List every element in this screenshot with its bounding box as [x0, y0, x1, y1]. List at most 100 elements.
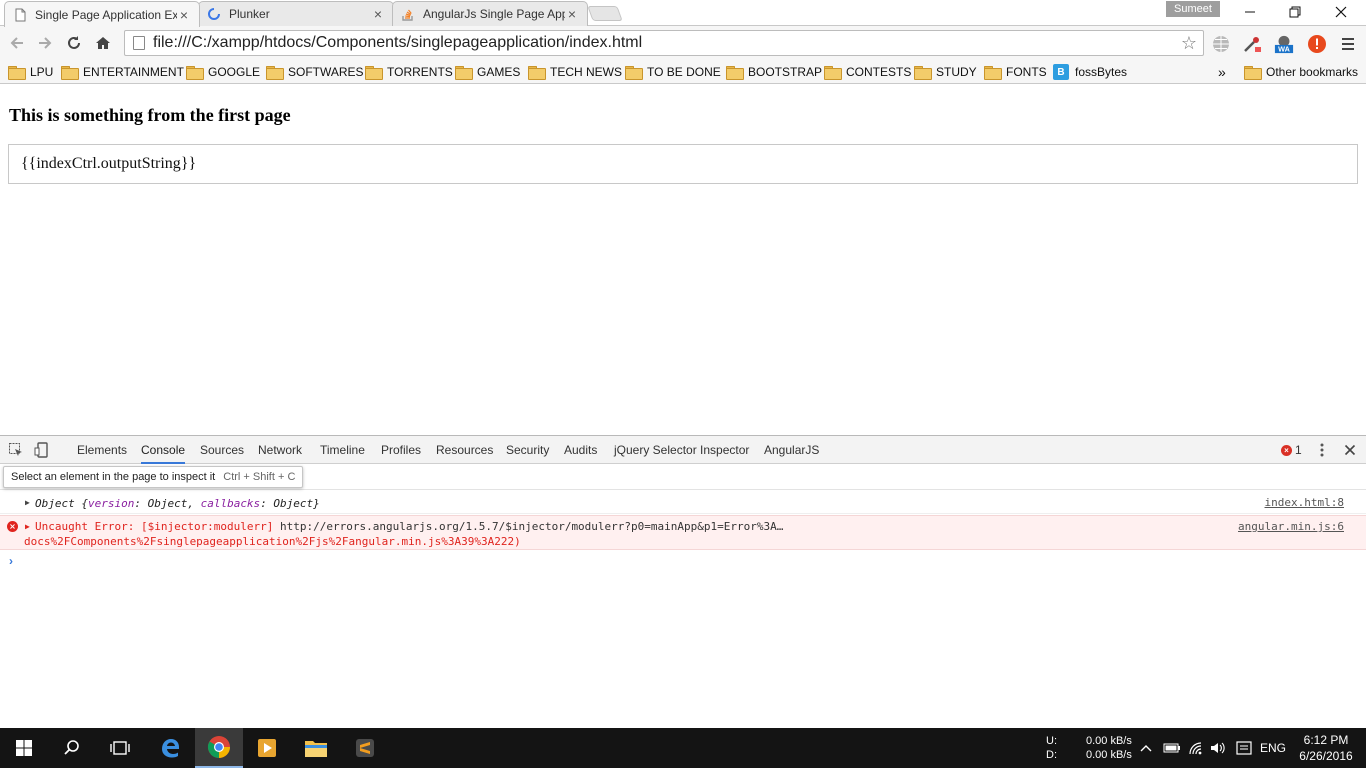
input-language-button[interactable]: ENG — [1260, 728, 1286, 768]
back-arrow-icon — [10, 37, 23, 49]
bookmark-fossbytes[interactable]: BfossBytes — [1053, 62, 1127, 82]
taskbar-clock[interactable]: 6:12 PM 6/26/2016 — [1294, 732, 1358, 764]
upload-speed: 0.00 kB/s — [1086, 735, 1132, 747]
bookmark-label: GOOGLE — [208, 65, 261, 79]
forward-button[interactable] — [34, 32, 56, 54]
whatsapp-extension-icon[interactable]: WA — [1274, 34, 1294, 54]
devtools-tab-resources[interactable]: Resources — [436, 436, 493, 464]
console-object-preview[interactable]: Object {version: Object, callbacks: Obje… — [35, 497, 320, 510]
error-text: Uncaught Error: [$injector:modulerr] htt… — [35, 520, 784, 533]
devtools-tab-sources[interactable]: Sources — [200, 436, 244, 464]
bookmark-folder-study[interactable]: STUDY — [914, 62, 977, 82]
folder-icon — [914, 66, 932, 80]
bookmark-label: ENTERTAINMENT — [83, 65, 184, 79]
media-player-taskbar-button[interactable] — [243, 728, 291, 768]
bookmark-folder-fonts[interactable]: FONTS — [984, 62, 1047, 82]
bookmark-folder-to-be-done[interactable]: TO BE DONE — [625, 62, 721, 82]
folder-icon — [455, 66, 473, 80]
network-speed-labels: U: D: — [1046, 735, 1057, 761]
devtools-tab-profiles[interactable]: Profiles — [381, 436, 421, 464]
chrome-menu-icon[interactable] — [1338, 34, 1358, 54]
devtools-menu-icon[interactable] — [1313, 441, 1331, 459]
new-tab-button[interactable] — [587, 6, 623, 21]
other-bookmarks-folder[interactable]: Other bookmarks — [1244, 62, 1358, 82]
search-icon — [64, 740, 79, 755]
url-text[interactable]: file:///C:/xampp/htdocs/Components/singl… — [153, 34, 1175, 52]
devtools-tab-security[interactable]: Security — [506, 436, 549, 464]
bookmark-label: TORRENTS — [387, 65, 453, 79]
browser-tab-angularjs-single-page[interactable]: AngularJs Single Page App × — [392, 1, 588, 26]
fossbytes-icon: B — [1053, 64, 1069, 80]
devtools-tab-timeline[interactable]: Timeline — [320, 436, 365, 464]
bookmark-folder-torrents[interactable]: TORRENTS — [365, 62, 453, 82]
console-source-link[interactable]: angular.min.js:6 — [1238, 520, 1344, 533]
devtools-tab-angularjs[interactable]: AngularJS — [764, 436, 819, 464]
restore-icon[interactable] — [1272, 0, 1318, 24]
browser-tab-plunker[interactable]: Plunker × — [198, 1, 394, 26]
bookmark-folder-lpu[interactable]: LPU — [8, 62, 53, 82]
wifi-tray-button[interactable] — [1188, 728, 1204, 768]
console-prompt[interactable]: › — [9, 554, 13, 568]
close-tab-icon[interactable]: × — [371, 6, 385, 22]
close-window-icon[interactable] — [1318, 0, 1364, 24]
bookmark-folder-games[interactable]: GAMES — [455, 62, 520, 82]
alert-extension-icon[interactable] — [1307, 34, 1327, 54]
error-url-link[interactable]: http://errors.angularjs.org/1.5.7/$injec… — [280, 520, 783, 533]
devtools-tab-elements[interactable]: Elements — [77, 436, 127, 464]
bookmark-folder-google[interactable]: GOOGLE — [186, 62, 260, 82]
task-view-button[interactable] — [96, 728, 144, 768]
error-count-badge[interactable]: × 1 — [1281, 443, 1302, 457]
reload-icon — [68, 36, 80, 49]
devtools-tab-console[interactable]: Console — [141, 436, 186, 464]
expand-triangle-icon[interactable]: ▶ — [25, 522, 30, 531]
bookmarks-overflow-button[interactable]: » — [1218, 62, 1226, 82]
expand-triangle-icon[interactable]: ▶ — [25, 498, 30, 507]
battery-tray-button[interactable] — [1163, 728, 1181, 768]
globe-extension-icon[interactable] — [1211, 34, 1231, 54]
folder-icon — [1244, 66, 1262, 80]
bookmark-folder-softwares[interactable]: SOFTWARES — [266, 62, 364, 82]
console-error-message: × ▶ Uncaught Error: [$injector:modulerr]… — [0, 515, 1366, 550]
folder-icon — [984, 66, 1002, 80]
profile-button[interactable]: Sumeet — [1166, 1, 1220, 17]
bookmark-label: TO BE DONE — [647, 65, 721, 79]
close-devtools-icon[interactable] — [1341, 441, 1359, 459]
devtools-tab-network[interactable]: Network — [258, 436, 302, 464]
show-hidden-icons-button[interactable] — [1140, 728, 1152, 768]
back-button[interactable] — [6, 32, 28, 54]
sublime-text-taskbar-button[interactable] — [341, 728, 389, 768]
folder-icon — [61, 66, 79, 80]
media-player-icon — [258, 739, 276, 757]
folder-icon — [186, 66, 204, 80]
device-toolbar-icon[interactable] — [33, 441, 51, 459]
volume-tray-button[interactable] — [1210, 728, 1226, 768]
reload-button[interactable] — [63, 32, 85, 54]
page-info-icon[interactable] — [133, 36, 145, 50]
home-button[interactable] — [92, 32, 114, 54]
eyedropper-extension-icon[interactable] — [1242, 34, 1262, 54]
bookmark-folder-bootstrap[interactable]: BOOTSTRAP — [726, 62, 822, 82]
close-tab-icon[interactable]: × — [177, 7, 191, 23]
bookmark-label: Other bookmarks — [1266, 65, 1359, 79]
forward-arrow-icon — [39, 37, 52, 49]
bookmark-folder-tech-news[interactable]: TECH NEWS — [528, 62, 622, 82]
devtools-tab-jquery-selector-inspector[interactable]: jQuery Selector Inspector — [614, 436, 749, 464]
browser-tab-single-page-application[interactable]: Single Page Application Ex × — [4, 1, 200, 27]
bookmark-folder-entertainment[interactable]: ENTERTAINMENT — [61, 62, 184, 82]
bookmark-star-icon[interactable]: ☆ — [1175, 33, 1203, 54]
address-bar[interactable]: file:///C:/xampp/htdocs/Components/singl… — [124, 30, 1204, 56]
chrome-taskbar-button[interactable] — [195, 728, 243, 768]
close-tab-icon[interactable]: × — [565, 6, 579, 22]
minimize-icon[interactable] — [1227, 0, 1273, 24]
file-explorer-taskbar-button[interactable] — [292, 728, 340, 768]
search-button[interactable] — [48, 728, 96, 768]
folder-icon — [625, 66, 643, 80]
devtools-tab-audits[interactable]: Audits — [564, 436, 597, 464]
inspect-element-icon[interactable] — [7, 441, 25, 459]
notifications-tray-button[interactable] — [1236, 728, 1252, 768]
console-source-link[interactable]: index.html:8 — [1265, 496, 1344, 509]
bookmark-folder-contests[interactable]: CONTESTS — [824, 62, 911, 82]
start-button[interactable] — [0, 728, 48, 768]
chrome-icon — [208, 736, 230, 758]
edge-taskbar-button[interactable] — [146, 728, 194, 768]
